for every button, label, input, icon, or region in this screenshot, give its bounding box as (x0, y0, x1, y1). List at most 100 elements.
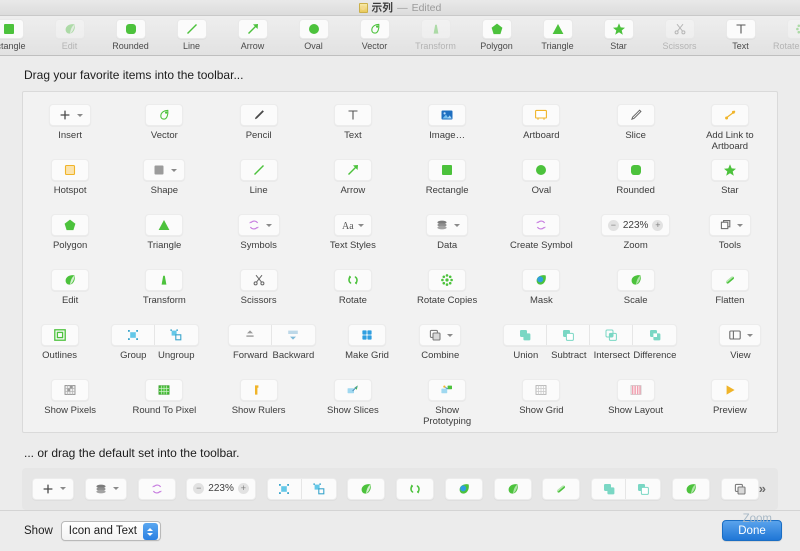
rulers-icon-chip[interactable] (240, 379, 278, 401)
scale-icon-chip[interactable] (617, 269, 655, 291)
backward-icon[interactable] (272, 325, 315, 345)
zoom-stepper[interactable]: −223%+ (186, 478, 256, 500)
toolbar-item-vector[interactable]: Vector (344, 19, 405, 51)
group-icon[interactable] (268, 479, 302, 499)
palette-item-polygon[interactable]: Polygon (23, 208, 117, 251)
palette-item-star[interactable]: Star (683, 153, 777, 196)
palette-group-forward-backward[interactable]: ForwardBackward (213, 318, 330, 361)
palette-item-show-rulers[interactable]: Show Rulers (212, 373, 306, 416)
default-set-slot[interactable] (672, 478, 710, 500)
leaf-icon-chip[interactable] (51, 269, 89, 291)
rotate-icon-chip[interactable] (396, 478, 434, 500)
chevron-down-icon[interactable] (447, 334, 453, 337)
ungroup-icon[interactable] (302, 479, 336, 499)
palette-item-transform[interactable]: Transform (117, 263, 211, 306)
triangle-icon-chip[interactable] (145, 214, 183, 236)
chevron-down-icon[interactable] (77, 114, 83, 117)
chevron-updown-icon[interactable] (143, 523, 158, 540)
symbols-icon-chip[interactable] (238, 214, 280, 236)
pentagon-icon-chip[interactable] (51, 214, 89, 236)
zoom-out-button[interactable]: − (608, 220, 619, 231)
add-link-icon-chip[interactable] (711, 104, 749, 126)
toolbar-item-ectangle[interactable]: ectangle (0, 19, 39, 51)
preview-play-icon-chip[interactable] (711, 379, 749, 401)
default-set-slot[interactable] (445, 478, 483, 500)
rotate-icon-chip[interactable] (334, 269, 372, 291)
scissors-icon-chip[interactable] (240, 269, 278, 291)
palette-group-group-ungroup[interactable]: GroupUngroup (96, 318, 213, 361)
palette-item-show-pixels[interactable]: Show Pixels (23, 373, 117, 416)
circle-icon-chip[interactable] (522, 159, 560, 181)
forward-backward-segmented[interactable] (228, 324, 316, 346)
square-icon-chip[interactable] (428, 159, 466, 181)
zoom-in-button[interactable]: + (652, 220, 663, 231)
scale-icon-chip[interactable] (672, 478, 710, 500)
create-symbol-icon-chip[interactable] (522, 214, 560, 236)
view-icon-chip[interactable] (719, 324, 761, 346)
default-set-slot[interactable] (591, 478, 661, 500)
pen-icon-chip[interactable] (145, 104, 183, 126)
subtract-icon[interactable] (547, 325, 590, 345)
group-ungroup-segmented[interactable] (111, 324, 199, 346)
text-styles-icon-chip[interactable]: Aa (334, 214, 372, 236)
palette-item-symbols[interactable]: Symbols (212, 208, 306, 251)
combine-icon-chip[interactable] (419, 324, 461, 346)
data-icon-chip[interactable] (85, 478, 127, 500)
toolbar-item-oval[interactable]: Oval (283, 19, 344, 51)
show-pixels-icon-chip[interactable] (51, 379, 89, 401)
plus-icon-chip[interactable] (32, 478, 74, 500)
palette-item-rounded[interactable]: Rounded (589, 153, 683, 196)
slice-icon-chip[interactable] (617, 104, 655, 126)
chevron-down-icon[interactable] (60, 487, 66, 490)
star-icon-chip[interactable] (711, 159, 749, 181)
toolbar-item-arrow[interactable]: Arrow (222, 19, 283, 51)
palette-item-show-layout[interactable]: Show Layout (589, 373, 683, 416)
palette-item-slice[interactable]: Slice (589, 98, 683, 141)
chevron-down-icon[interactable] (266, 224, 272, 227)
palette-item-rotate-copies[interactable]: Rotate Copies (400, 263, 494, 306)
palette-item-add-link-to-artboard[interactable]: Add Link to Artboard (683, 98, 777, 152)
default-set-segmented[interactable] (591, 478, 661, 500)
palette-item-line[interactable]: Line (212, 153, 306, 196)
flatten-icon-chip[interactable] (542, 478, 580, 500)
toolbar-item-rounded[interactable]: Rounded (100, 19, 161, 51)
show-slices-icon-chip[interactable] (334, 379, 372, 401)
toolbar-item-text[interactable]: Text (710, 19, 771, 51)
palette-item-scale[interactable]: Scale (589, 263, 683, 306)
chevron-down-icon[interactable] (454, 224, 460, 227)
zoom-out-button[interactable]: − (193, 483, 204, 494)
default-set-slot[interactable] (721, 478, 759, 500)
palette-item-insert[interactable]: Insert (23, 98, 117, 141)
palette-item-text-styles[interactable]: AaText Styles (306, 208, 400, 251)
combine-icon-chip[interactable] (721, 478, 759, 500)
ungroup-icon[interactable] (155, 325, 198, 345)
default-set-slot[interactable] (347, 478, 385, 500)
toolbar-item-rotate-copies[interactable]: Rotate Copies (771, 19, 800, 51)
mask-icon-chip[interactable] (522, 269, 560, 291)
show-mode-select[interactable]: Icon and Text (61, 521, 161, 541)
union-icon[interactable] (592, 479, 626, 499)
transform-icon-chip[interactable] (145, 269, 183, 291)
pencil-icon-chip[interactable] (240, 104, 278, 126)
layout-icon-chip[interactable] (617, 379, 655, 401)
palette-item-scissors[interactable]: Scissors (212, 263, 306, 306)
palette-item-view[interactable]: View (704, 318, 777, 361)
palette-item-outlines[interactable]: Outlines (23, 318, 96, 361)
tools-icon-chip[interactable] (709, 214, 751, 236)
union-icon[interactable] (504, 325, 547, 345)
palette-item-make-grid[interactable]: Make Grid (330, 318, 403, 361)
palette-item-arrow[interactable]: Arrow (306, 153, 400, 196)
palette-item-show-slices[interactable]: Show Slices (306, 373, 400, 416)
default-set-slot[interactable] (494, 478, 532, 500)
palette-item-pencil[interactable]: Pencil (212, 98, 306, 141)
image-icon-chip[interactable] (428, 104, 466, 126)
zoom-in-button[interactable]: + (238, 483, 249, 494)
default-set-slot[interactable] (138, 478, 176, 500)
artboard-icon-chip[interactable] (522, 104, 560, 126)
toolbar-item-edit[interactable]: Edit (39, 19, 100, 51)
overflow-chevron-icon[interactable]: » (759, 481, 768, 496)
default-set-row[interactable]: −223%+ » (22, 468, 778, 510)
data-icon-chip[interactable] (426, 214, 468, 236)
palette-item-text[interactable]: Text (306, 98, 400, 141)
default-set-slot[interactable] (542, 478, 580, 500)
